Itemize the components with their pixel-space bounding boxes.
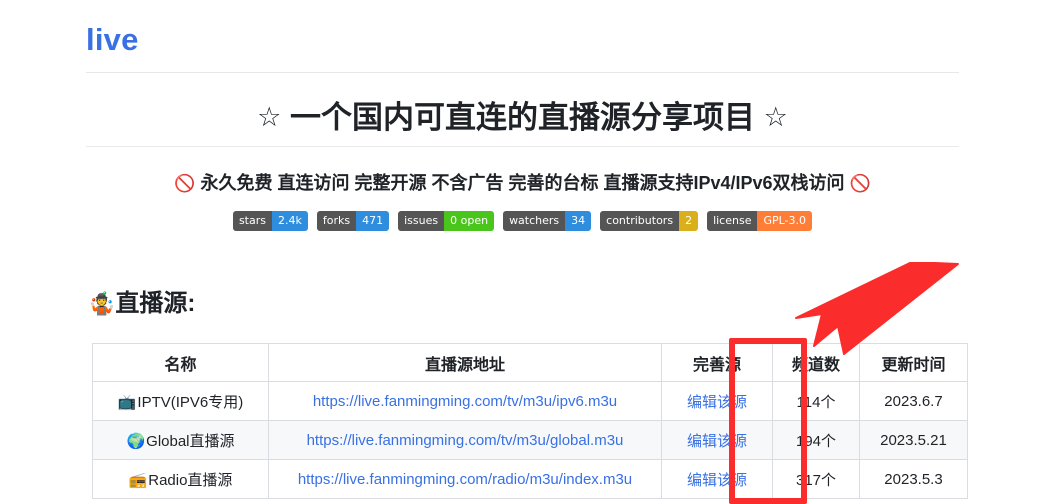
badge-value: 0 open — [444, 211, 495, 231]
table-row: 📺IPTV(IPV6专用) https://live.fanmingming.co… — [92, 381, 968, 421]
badge-stars[interactable]: stars 2.4k — [232, 211, 308, 231]
source-url-link[interactable]: https://live.fanmingming.com/tv/m3u/glob… — [307, 432, 624, 449]
feature-subtitle-text: 永久免费 直连访问 完整开源 不含广告 完善的台标 直播源支持IPv4/IPv6… — [200, 173, 845, 193]
badge-row: stars 2.4k forks 471 issues 0 open watchers 34 c… — [86, 211, 959, 231]
no-entry-icon-right: 🚫 — [849, 174, 871, 193]
page-title: ☆ 一个国内可直连的直播源分享项目 ☆ — [86, 95, 959, 140]
source-name-text: Radio直播源 — [148, 471, 233, 489]
badge-value: 34 — [565, 211, 592, 231]
cell-source-name: 📻Radio直播源 — [92, 459, 269, 499]
edit-source-link[interactable]: 编辑该源 — [687, 472, 747, 489]
source-name-text: IPTV(IPV6专用) — [137, 393, 244, 411]
badge-value: GPL-3.0 — [757, 211, 813, 231]
table-head: 名称 直播源地址 完善源 频道数 更新时间 — [92, 343, 968, 382]
edit-source-link[interactable]: 编辑该源 — [687, 433, 747, 450]
section-heading-text: 直播源: — [115, 290, 196, 317]
badge-label: issues — [398, 211, 445, 231]
cell-channel-count: 194个 — [772, 420, 860, 460]
source-type-icon: 📻 — [128, 471, 148, 489]
badge-label: stars — [232, 211, 272, 231]
cell-channel-count: 317个 — [772, 459, 860, 499]
cell-updated-date: 2023.6.7 — [859, 381, 968, 421]
edit-source-link[interactable]: 编辑该源 — [687, 394, 747, 411]
cell-source-name: 🌍Global直播源 — [92, 420, 269, 460]
cell-updated-date: 2023.5.21 — [859, 420, 968, 460]
table-body: 📺IPTV(IPV6专用) https://live.fanmingming.co… — [92, 381, 968, 499]
page-title-text: 一个国内可直连的直播源分享项目 — [290, 100, 755, 135]
source-url-link[interactable]: https://live.fanmingming.com/radio/m3u/i… — [298, 471, 632, 488]
badge-value: 2.4k — [272, 211, 308, 231]
badge-issues[interactable]: issues 0 open — [398, 211, 495, 231]
badge-label: forks — [316, 211, 357, 231]
source-type-icon: 📺 — [117, 393, 137, 411]
star-icon-left: ☆ — [257, 102, 282, 132]
repo-title[interactable]: live — [86, 20, 139, 60]
badge-label: license — [707, 211, 758, 231]
live-sources-table-wrapper: 名称 直播源地址 完善源 频道数 更新时间 📺IPTV(IPV6专用) https… — [92, 343, 968, 499]
page-root: live ☆ 一个国内可直连的直播源分享项目 ☆ 🚫 永久免费 直连访问 完整开… — [0, 0, 1044, 504]
badge-license[interactable]: license GPL-3.0 — [707, 211, 813, 231]
cell-edit-source: 编辑该源 — [661, 459, 773, 499]
cell-source-url: https://live.fanmingming.com/tv/m3u/ipv6… — [268, 381, 662, 421]
cell-updated-date: 2023.5.3 — [859, 459, 968, 499]
live-sources-table: 名称 直播源地址 完善源 频道数 更新时间 📺IPTV(IPV6专用) https… — [92, 343, 968, 499]
badge-watchers[interactable]: watchers 34 — [503, 211, 592, 231]
column-header-edit: 完善源 — [661, 343, 773, 382]
column-header-updated: 更新时间 — [859, 343, 968, 382]
cell-source-url: https://live.fanmingming.com/tv/m3u/glob… — [268, 420, 662, 460]
badge-forks[interactable]: forks 471 — [316, 211, 390, 231]
cell-edit-source: 编辑该源 — [661, 381, 773, 421]
cell-source-url: https://live.fanmingming.com/radio/m3u/i… — [268, 459, 662, 499]
table-header-row: 名称 直播源地址 完善源 频道数 更新时间 — [92, 343, 968, 382]
column-header-url: 直播源地址 — [268, 343, 662, 382]
feature-subtitle: 🚫 永久免费 直连访问 完整开源 不含广告 完善的台标 直播源支持IPv4/IP… — [86, 170, 959, 197]
cell-channel-count: 114个 — [772, 381, 860, 421]
no-entry-icon-left: 🚫 — [174, 174, 196, 193]
badge-label: watchers — [503, 211, 566, 231]
source-url-link[interactable]: https://live.fanmingming.com/tv/m3u/ipv6… — [313, 393, 617, 410]
juggler-icon: 🤹 — [88, 291, 116, 316]
badge-value: 471 — [356, 211, 390, 231]
source-type-icon: 🌍 — [126, 432, 146, 450]
heading-divider — [86, 146, 959, 147]
badge-value: 2 — [679, 211, 699, 231]
table-row: 📻Radio直播源 https://live.fanmingming.com/ra… — [92, 459, 968, 499]
badge-label: contributors — [600, 211, 680, 231]
cell-edit-source: 编辑该源 — [661, 420, 773, 460]
table-row: 🌍Global直播源 https://live.fanmingming.com/t… — [92, 420, 968, 460]
section-heading: 🤹直播源: — [88, 288, 195, 320]
star-icon-right: ☆ — [763, 102, 788, 132]
source-name-text: Global直播源 — [146, 432, 235, 450]
column-header-name: 名称 — [92, 343, 269, 382]
badge-contributors[interactable]: contributors 2 — [600, 211, 699, 231]
title-divider — [86, 72, 959, 73]
cell-source-name: 📺IPTV(IPV6专用) — [92, 381, 269, 421]
column-header-count: 频道数 — [772, 343, 860, 382]
